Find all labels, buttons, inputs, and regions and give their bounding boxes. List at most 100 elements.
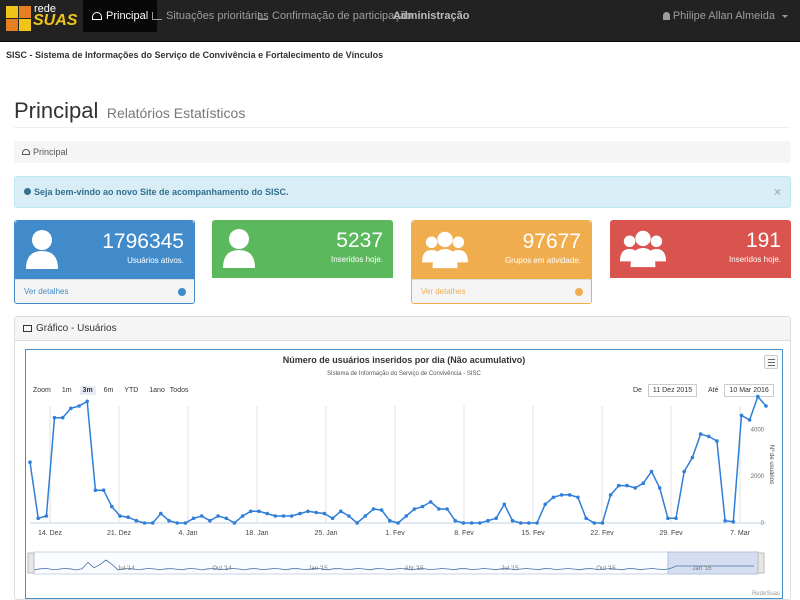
user-icon [662, 12, 670, 21]
user-menu[interactable]: Philipe Allan Almeida [662, 0, 788, 32]
y-tick-label: 2000 [751, 474, 765, 480]
panel-footer[interactable]: Ver detalhes [412, 279, 591, 303]
data-point [363, 514, 368, 518]
data-point [159, 511, 163, 516]
data-point [388, 518, 392, 523]
page-subtitle: Relatórios Estatísticos [106, 105, 246, 121]
panel-value: 191 [745, 229, 781, 252]
data-point [698, 432, 703, 436]
data-point [437, 507, 441, 511]
caret-down-icon [782, 14, 788, 18]
panel-label: Usuários ativos. [127, 256, 184, 265]
data-point [314, 510, 319, 515]
panel-footer[interactable]: Ver detalhes [15, 279, 194, 303]
panel-head: 191 Inseridos hoje. [610, 220, 791, 278]
redesuas-logo-icon [6, 6, 32, 32]
data-point [289, 514, 294, 518]
data-point [747, 418, 752, 422]
details-link[interactable]: Ver detalhes [24, 287, 68, 296]
data-point [347, 514, 351, 518]
data-point [208, 518, 212, 523]
data-point [101, 488, 106, 492]
data-point [52, 415, 57, 420]
scroll-right-button [757, 552, 765, 574]
data-point [281, 514, 286, 518]
x-tick-label: 4. Jan [178, 530, 197, 537]
navbar: rede SUAS Principal Situações prioritári… [0, 0, 800, 42]
data-point [379, 508, 384, 512]
data-point [110, 504, 114, 509]
panel-head: 5237 Inseridos hoje. [212, 220, 393, 278]
nav-administracao[interactable]: Administração [384, 0, 478, 32]
panel-head: 1796345 Usuários ativos. [15, 221, 194, 279]
data-point [191, 516, 196, 521]
data-point [657, 486, 662, 490]
x-tick-label: 25. Jan [315, 530, 338, 537]
panel-value: 5237 [336, 229, 383, 252]
data-point [339, 509, 343, 514]
x-tick-label: 7. Mar [730, 530, 751, 537]
data-point [167, 518, 171, 523]
navigator-area [33, 551, 759, 575]
system-subtitle: SISC - Sistema de Informações do Serviço… [6, 50, 384, 60]
navigator-tick-label: Out '14 [212, 566, 232, 572]
details-link[interactable]: Ver detalhes [421, 287, 465, 296]
data-point [625, 483, 629, 488]
data-point [502, 502, 507, 507]
x-tick-label: 15. Fev [521, 530, 545, 537]
page-title: Principal [14, 98, 99, 123]
x-tick-label: 22. Fev [590, 530, 614, 537]
navigator-selection [667, 551, 759, 575]
data-point [715, 439, 719, 443]
data-point [77, 404, 81, 408]
data-point [240, 514, 245, 518]
group-icon [620, 230, 666, 268]
data-point [535, 521, 539, 525]
chart-icon [258, 12, 268, 21]
data-point [273, 514, 278, 518]
data-point [69, 406, 73, 411]
data-point [183, 521, 188, 525]
chart-panel: Gráfico - Usuários Número de usuários in… [14, 316, 791, 600]
chart-plot[interactable]: 14. Dez 21. Dez 4. Jan 18. Jan 25. Jan 1. Fev… [26, 350, 784, 600]
panel-active-groups: 97677 Grupos em atividade. Ver detalhes [411, 220, 592, 304]
panel-label: Inseridos hoje. [728, 255, 781, 264]
picture-icon [23, 324, 32, 332]
data-point [527, 521, 531, 525]
navigator-tick-label: Out '15 [596, 566, 616, 572]
data-point [567, 493, 572, 497]
close-icon[interactable]: × [774, 177, 781, 207]
brand-bottom-text: SUAS [33, 12, 78, 29]
data-point [257, 509, 261, 514]
data-point [576, 495, 580, 500]
data-point [232, 521, 237, 525]
scroll-left-button [27, 552, 35, 574]
data-point [559, 493, 564, 497]
user-icon [26, 230, 58, 269]
data-point [93, 488, 98, 492]
data-point [322, 511, 327, 516]
data-point [224, 516, 229, 521]
chart-icon [152, 12, 162, 21]
data-point [518, 521, 523, 525]
data-point [420, 504, 425, 509]
brand-logo[interactable]: rede SUAS [4, 2, 78, 38]
data-point [682, 469, 686, 474]
y-tick-label: 4000 [751, 427, 765, 433]
data-point [461, 521, 466, 525]
data-point [306, 509, 310, 514]
panel-inserted-today: 5237 Inseridos hoje. [212, 220, 393, 278]
chart-credits: RedeSuas [752, 591, 780, 597]
dashboard-icon [22, 149, 30, 155]
data-point [142, 521, 147, 525]
data-point [469, 521, 474, 525]
panel-value: 1796345 [102, 230, 184, 253]
data-point [641, 481, 646, 485]
breadcrumb-item[interactable]: Principal [33, 147, 68, 157]
data-point [330, 516, 335, 521]
arrow-circle-right-icon [575, 288, 583, 296]
panel-label: Grupos em atividade. [504, 256, 581, 265]
panel-value: 97677 [522, 230, 581, 253]
data-point [617, 483, 621, 488]
panel-head: 97677 Grupos em atividade. [412, 221, 591, 279]
